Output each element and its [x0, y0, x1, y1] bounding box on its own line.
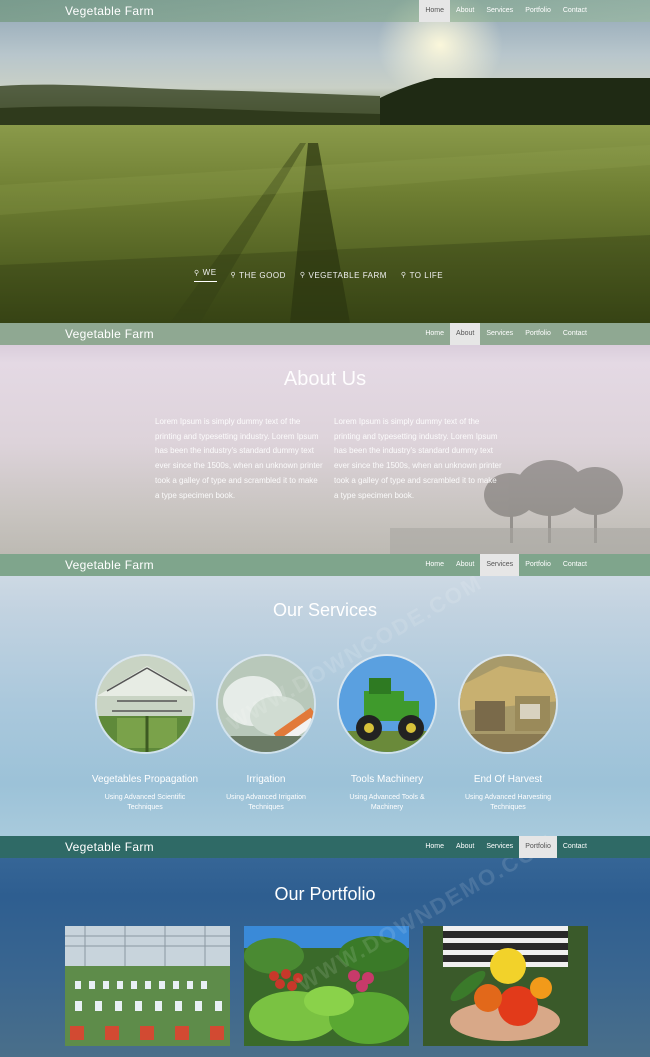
nav-contact[interactable]: Contact [557, 0, 593, 22]
nav-menu: Home About Services Portfolio Contact [419, 0, 593, 22]
top-navbar: Vegetable Farm Home About Services Portf… [0, 0, 650, 22]
nav-about[interactable]: About [450, 0, 480, 22]
pin-icon: ⚲ [299, 272, 306, 279]
brand-logo[interactable]: Vegetable Farm [65, 0, 154, 22]
nav-home[interactable]: Home [419, 0, 451, 22]
nav-services[interactable]: Services [480, 0, 519, 22]
nav-about[interactable]: About [450, 323, 481, 345]
hero-tab-we[interactable]: ⚲ WE [194, 268, 217, 282]
about-text-column-1: Lorem Ipsum is simply dummy text of the … [155, 417, 323, 500]
service-name: Vegetables Propagation [91, 774, 199, 785]
service-name: End Of Harvest [473, 774, 543, 785]
nav-portfolio[interactable]: Portfolio [519, 836, 557, 858]
pin-icon: ⚲ [230, 272, 237, 279]
about-title: About Us [283, 368, 367, 390]
nav-portfolio[interactable]: Portfolio [519, 0, 557, 22]
nav-menu: Home About Services Portfolio Contact [419, 323, 593, 345]
harvest-image [458, 654, 558, 754]
nav-about[interactable]: About [450, 554, 480, 576]
nav-services[interactable]: Services [480, 836, 519, 858]
portfolio-title: Our Portfolio [274, 884, 376, 904]
nav-home[interactable]: Home [419, 554, 450, 576]
about-text-column-2: Lorem Ipsum is simply dummy text of the … [334, 417, 502, 500]
hero-tab-to-life[interactable]: ⚲ TO LIFE [401, 268, 443, 282]
nav-about[interactable]: About [450, 836, 480, 858]
nav-home[interactable]: Home [419, 323, 450, 345]
service-desc: Using Advanced Harvesting Techniques [465, 794, 551, 811]
greenhouse-image [95, 654, 195, 754]
nav-services[interactable]: Services [480, 554, 520, 576]
service-card-machinery[interactable]: Tools Machinery Using Advanced Tools & M… [327, 654, 447, 813]
service-card-harvest[interactable]: End Of Harvest Using Advanced Harvesting… [448, 654, 568, 813]
nav-contact[interactable]: Contact [557, 554, 593, 576]
wheat-field-background [0, 125, 650, 323]
nav-portfolio[interactable]: Portfolio [519, 554, 557, 576]
nav-services[interactable]: Services [480, 323, 519, 345]
service-desc: Using Advanced Irrigation Techniques [226, 794, 306, 811]
services-navbar: Vegetable Farm Home About Services Portf… [0, 554, 650, 576]
portfolio-item-greenhouse[interactable] [65, 926, 230, 1046]
nav-contact[interactable]: Contact [557, 323, 593, 345]
nav-home[interactable]: Home [419, 836, 450, 858]
pin-icon: ⚲ [194, 269, 200, 277]
service-desc: Using Advanced Scientific Techniques [104, 794, 186, 811]
irrigation-image [216, 654, 316, 754]
services-section: Vegetable Farm Home About Services Portf… [0, 554, 650, 836]
portfolio-item-vegetables[interactable] [244, 926, 409, 1046]
portfolio-item-harvest-basket[interactable] [423, 926, 588, 1046]
hero-slider-tabs: ⚲ WE ⚲ THE GOOD ⚲ VEGETABLE FARM ⚲ TO LIFE [194, 268, 443, 282]
nav-portfolio[interactable]: Portfolio [519, 323, 557, 345]
service-desc: Using Advanced Tools & Machinery [349, 794, 425, 811]
hero-tab-the-good[interactable]: ⚲ THE GOOD [231, 268, 286, 282]
about-navbar: Vegetable Farm Home About Services Portf… [0, 323, 650, 345]
portfolio-navbar: Vegetable Farm Home About Services Portf… [0, 836, 650, 858]
tractor-image [337, 654, 437, 754]
service-name: Tools Machinery [350, 774, 424, 785]
nav-menu: Home About Services Portfolio Contact [419, 554, 593, 576]
portfolio-section: Vegetable Farm Home About Services Portf… [0, 836, 650, 1057]
brand-logo[interactable]: Vegetable Farm [65, 554, 154, 576]
hero-section: Vegetable Farm Home About Services Portf… [0, 0, 650, 323]
service-name: Irrigation [246, 774, 286, 785]
nav-menu: Home About Services Portfolio Contact [419, 836, 593, 858]
brand-logo[interactable]: Vegetable Farm [65, 323, 154, 345]
pin-icon: ⚲ [400, 272, 407, 279]
hero-tab-vegetable-farm[interactable]: ⚲ VEGETABLE FARM [300, 268, 387, 282]
service-card-irrigation[interactable]: Irrigation Using Advanced Irrigation Tec… [206, 654, 326, 813]
about-section: Vegetable Farm Home About Services Portf… [0, 323, 650, 554]
services-title: Our Services [272, 600, 378, 620]
service-card-propagation[interactable]: Vegetables Propagation Using Advanced Sc… [85, 654, 205, 813]
nav-contact[interactable]: Contact [557, 836, 593, 858]
brand-logo[interactable]: Vegetable Farm [65, 836, 154, 858]
